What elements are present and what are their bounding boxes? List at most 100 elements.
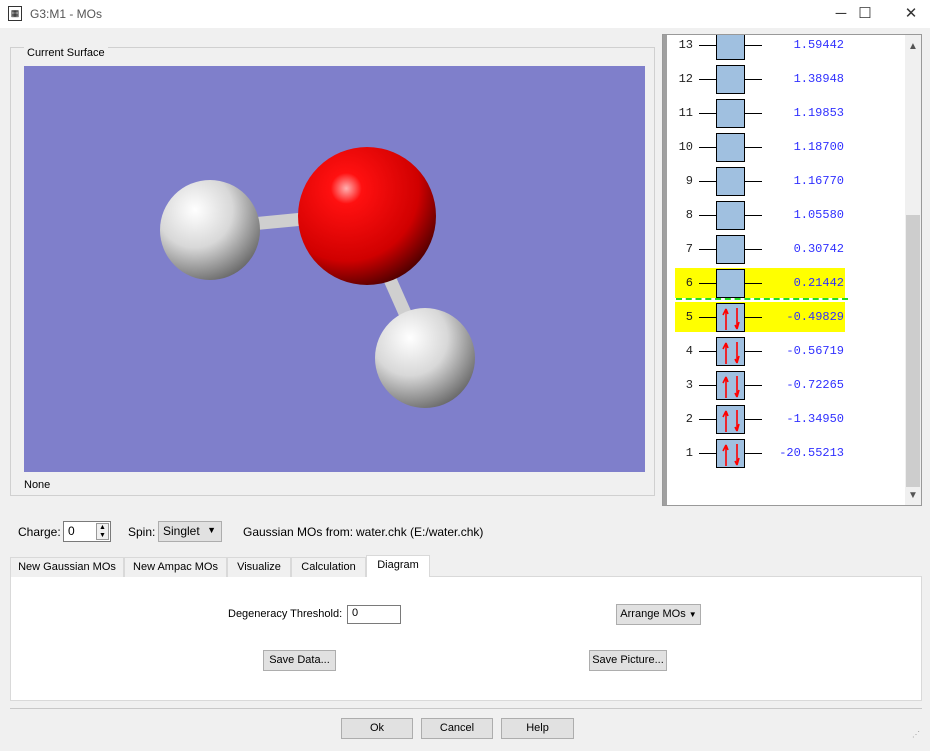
mo-energy: 1.16770 bbox=[793, 174, 844, 188]
mo-level-8[interactable]: 8 1.05580 bbox=[663, 198, 903, 232]
mo-number: 2 bbox=[685, 412, 693, 426]
mo-diagram-panel[interactable]: 13 1.59442 12 1.38948 11 1.19853 10 1.18700… bbox=[662, 34, 922, 506]
surface-name: None bbox=[24, 479, 51, 491]
arrange-mos-label: Arrange MOs bbox=[620, 608, 686, 620]
help-button[interactable]: Help bbox=[501, 718, 574, 739]
level-line bbox=[699, 249, 716, 250]
resize-grip-icon[interactable]: ⋰ bbox=[912, 730, 920, 739]
app-icon: ▦ bbox=[8, 6, 22, 21]
mo-level-3[interactable]: 3 -0.72265 bbox=[663, 368, 903, 402]
degeneracy-threshold-label: Degeneracy Threshold: bbox=[228, 608, 343, 620]
mo-level-1[interactable]: 1 -20.55213 bbox=[663, 436, 903, 470]
mo-number: 9 bbox=[685, 174, 693, 188]
orbital-box[interactable] bbox=[716, 35, 745, 60]
chevron-down-icon: ▼ bbox=[688, 610, 697, 619]
charge-value: 0 bbox=[68, 524, 75, 538]
mo-level-6[interactable]: 6 0.21442 bbox=[663, 266, 903, 300]
orbital-box[interactable] bbox=[716, 167, 745, 196]
level-line bbox=[699, 453, 716, 454]
degeneracy-threshold-value: 0 bbox=[352, 607, 359, 619]
level-line bbox=[699, 45, 716, 46]
orbital-box[interactable] bbox=[716, 303, 745, 332]
mo-number: 3 bbox=[685, 378, 693, 392]
close-button[interactable]: ✕ bbox=[888, 0, 930, 28]
ok-button[interactable]: Ok bbox=[341, 718, 413, 739]
electron-pair-icon bbox=[722, 410, 740, 432]
mo-number: 11 bbox=[678, 106, 693, 120]
mo-energy: -1.34950 bbox=[786, 412, 844, 426]
molecule-viewer[interactable] bbox=[24, 66, 645, 472]
tab-visualize[interactable]: Visualize bbox=[227, 557, 291, 577]
tab-calculation[interactable]: Calculation bbox=[291, 557, 366, 577]
mo-energy: 1.59442 bbox=[793, 38, 844, 52]
mo-number: 1 bbox=[685, 446, 693, 460]
level-line bbox=[699, 283, 716, 284]
mo-number: 6 bbox=[685, 276, 693, 290]
save-data-button[interactable]: Save Data... bbox=[263, 650, 336, 671]
molecule-graphic bbox=[160, 147, 475, 408]
source-label: Gaussian MOs from: bbox=[243, 525, 354, 539]
level-line bbox=[699, 113, 716, 114]
scrollbar[interactable]: ▲ ▼ bbox=[905, 35, 921, 505]
charge-label: Charge: bbox=[18, 525, 61, 539]
level-line bbox=[699, 317, 716, 318]
mo-level-5[interactable]: 5 -0.49829 bbox=[663, 300, 903, 334]
mo-level-2[interactable]: 2 -1.34950 bbox=[663, 402, 903, 436]
mo-number: 4 bbox=[685, 344, 693, 358]
spin-select[interactable]: Singlet ▼ bbox=[158, 521, 222, 542]
mo-level-10[interactable]: 10 1.18700 bbox=[663, 130, 903, 164]
mo-energy: -20.55213 bbox=[779, 446, 844, 460]
mo-level-4[interactable]: 4 -0.56719 bbox=[663, 334, 903, 368]
window-title: G3:M1 - MOs bbox=[30, 7, 103, 21]
spin-value: Singlet bbox=[163, 524, 200, 538]
arrange-mos-button[interactable]: Arrange MOs ▼ bbox=[616, 604, 701, 625]
level-line bbox=[699, 147, 716, 148]
divider bbox=[10, 708, 922, 709]
mo-number: 7 bbox=[685, 242, 693, 256]
mo-number: 12 bbox=[678, 72, 693, 86]
orbital-box[interactable] bbox=[716, 99, 745, 128]
current-surface-label: Current Surface bbox=[24, 47, 108, 59]
save-picture-button[interactable]: Save Picture... bbox=[589, 650, 667, 671]
orbital-box[interactable] bbox=[716, 337, 745, 366]
electron-pair-icon bbox=[722, 308, 740, 330]
mo-level-11[interactable]: 11 1.19853 bbox=[663, 96, 903, 130]
mo-number: 8 bbox=[685, 208, 693, 222]
orbital-box[interactable] bbox=[716, 201, 745, 230]
electron-pair-icon bbox=[722, 376, 740, 398]
mo-level-7[interactable]: 7 0.30742 bbox=[663, 232, 903, 266]
charge-spinner[interactable]: ▲ ▼ bbox=[96, 523, 109, 540]
electron-pair-icon bbox=[722, 342, 740, 364]
cancel-button[interactable]: Cancel bbox=[421, 718, 493, 739]
mo-energy: 0.21442 bbox=[793, 276, 844, 290]
mo-level-13[interactable]: 13 1.59442 bbox=[663, 35, 903, 62]
scroll-down-icon[interactable]: ▼ bbox=[908, 490, 918, 501]
hydrogen-atom bbox=[160, 180, 260, 280]
tab-diagram[interactable]: Diagram bbox=[366, 555, 430, 577]
tab-new-gaussian-mos[interactable]: New Gaussian MOs bbox=[10, 557, 124, 577]
orbital-box[interactable] bbox=[716, 405, 745, 434]
mo-level-9[interactable]: 9 1.16770 bbox=[663, 164, 903, 198]
scrollbar-thumb[interactable] bbox=[906, 215, 920, 487]
mo-number: 10 bbox=[678, 140, 693, 154]
level-line bbox=[699, 181, 716, 182]
degeneracy-threshold-input[interactable]: 0 bbox=[347, 605, 401, 624]
source-value: water.chk (E:/water.chk) bbox=[356, 525, 484, 539]
level-line bbox=[699, 385, 716, 386]
mo-number: 13 bbox=[678, 38, 693, 52]
orbital-box[interactable] bbox=[716, 269, 745, 298]
orbital-box[interactable] bbox=[716, 235, 745, 264]
mo-level-12[interactable]: 12 1.38948 bbox=[663, 62, 903, 96]
diagram-tab-panel bbox=[10, 576, 922, 701]
mo-number: 5 bbox=[685, 310, 693, 324]
orbital-box[interactable] bbox=[716, 439, 745, 468]
electron-pair-icon bbox=[722, 444, 740, 466]
orbital-box[interactable] bbox=[716, 65, 745, 94]
maximize-button[interactable]: ☐ bbox=[842, 0, 888, 28]
scroll-up-icon[interactable]: ▲ bbox=[908, 41, 918, 52]
orbital-box[interactable] bbox=[716, 133, 745, 162]
chevron-down-icon: ▼ bbox=[207, 525, 216, 535]
mo-energy: -0.56719 bbox=[786, 344, 844, 358]
orbital-box[interactable] bbox=[716, 371, 745, 400]
tab-new-ampac-mos[interactable]: New Ampac MOs bbox=[124, 557, 227, 577]
